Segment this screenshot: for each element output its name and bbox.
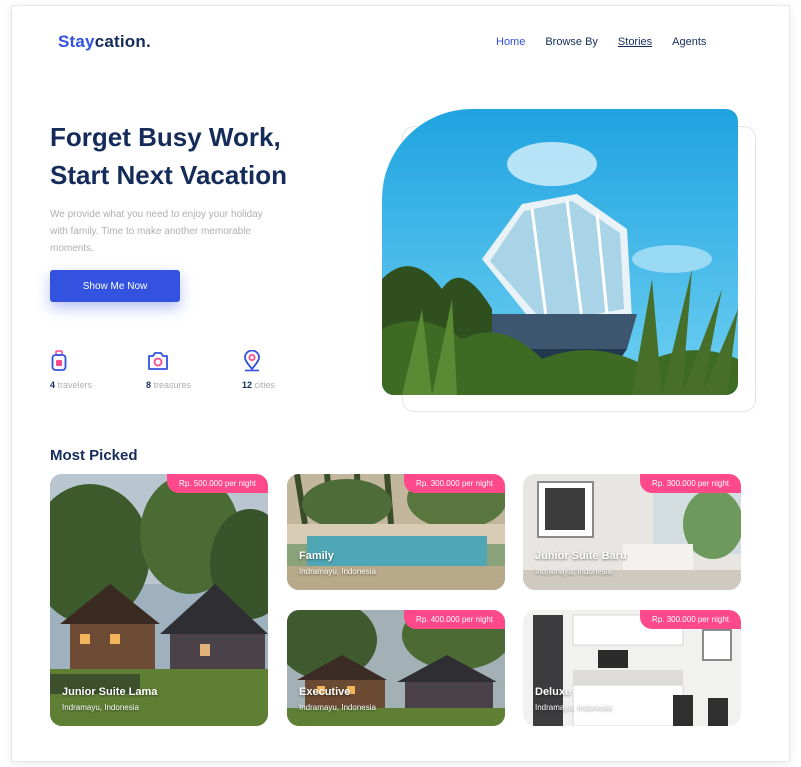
- price-badge: Rp. 300.000 per night: [404, 474, 505, 493]
- nav-home[interactable]: Home: [496, 36, 525, 48]
- glass-house-illustration: [382, 109, 738, 395]
- camera-icon: [148, 352, 168, 370]
- most-picked-title: Most Picked: [50, 447, 138, 464]
- nav-stories[interactable]: Stories: [618, 36, 652, 48]
- hero-description: We provide what you need to enjoy your h…: [50, 209, 263, 254]
- nav-agents[interactable]: Agents: [672, 36, 706, 48]
- hero-title: Forget Busy Work, Start Next Vacation: [50, 118, 287, 194]
- card-junior-suite-lama[interactable]: Rp. 500.000 per night Junior Suite Lama …: [50, 474, 268, 726]
- hero-stats: 4 travelers 8 treasures 12 cities: [50, 350, 302, 390]
- card-family[interactable]: Rp. 300.000 per night Family Indramayu, …: [287, 474, 505, 590]
- price-badge: Rp. 300.000 per night: [640, 474, 741, 493]
- card-title: Executive: [299, 686, 351, 698]
- card-title: Deluxe: [535, 686, 572, 698]
- nav-browse-by[interactable]: Browse By: [545, 36, 598, 48]
- page-frame: Staycation. Home Browse By Stories Agent…: [12, 6, 789, 761]
- traveler-icon: [51, 350, 67, 371]
- stat-travelers: 4 travelers: [50, 350, 110, 390]
- price-badge: Rp. 300.000 per night: [640, 610, 741, 629]
- main-nav: Home Browse By Stories Agents: [496, 36, 706, 48]
- brand-logo[interactable]: Staycation.: [58, 32, 151, 52]
- card-location: Indramayu, Indonesia: [535, 567, 612, 576]
- hero-title-line2: Start Next Vacation: [50, 160, 287, 190]
- price-badge: Rp. 400.000 per night: [404, 610, 505, 629]
- card-deluxe[interactable]: Rp. 300.000 per night Deluxe Indramayu, …: [523, 610, 741, 726]
- card-location: Indramayu, Indonesia: [62, 703, 139, 712]
- stat-treasures: 8 treasures: [146, 350, 206, 390]
- card-title: Family: [299, 550, 334, 562]
- card-title: Junior Suite Lama: [62, 686, 158, 698]
- hero-image: [382, 109, 738, 395]
- card-junior-suite-baru[interactable]: Rp. 300.000 per night Junior Suite Baru …: [523, 474, 741, 590]
- card-executive[interactable]: Rp. 400.000 per night Executive Indramay…: [287, 610, 505, 726]
- show-me-now-button[interactable]: Show Me Now: [50, 270, 180, 302]
- stat-cities: 12 cities: [242, 350, 302, 390]
- price-badge: Rp. 500.000 per night: [167, 474, 268, 493]
- card-location: Indramayu, Indonesia: [299, 703, 376, 712]
- location-pin-icon: [244, 350, 260, 372]
- card-location: Indramayu, Indonesia: [299, 567, 376, 576]
- card-title: Junior Suite Baru: [535, 550, 627, 562]
- hero-title-line1: Forget Busy Work,: [50, 122, 281, 152]
- card-location: Indramayu, Indonesia: [535, 703, 612, 712]
